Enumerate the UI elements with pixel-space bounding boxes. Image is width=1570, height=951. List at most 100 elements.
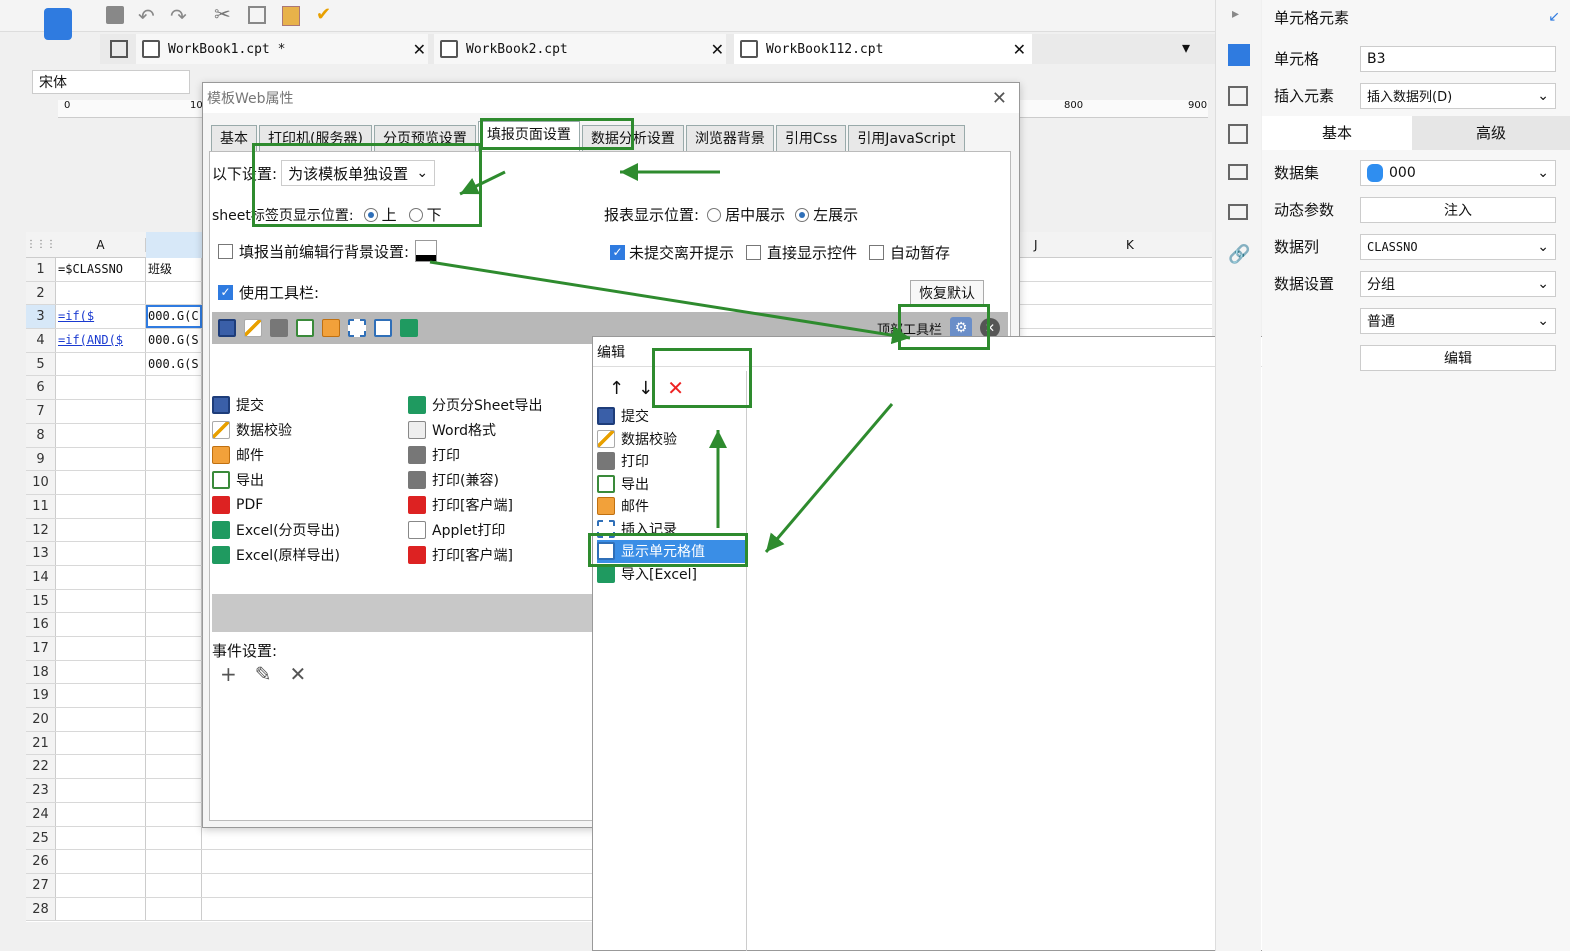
- cell-b[interactable]: 000.G(C: [146, 305, 202, 329]
- cell-a[interactable]: =if(AND($: [56, 329, 146, 352]
- select-all-icon[interactable]: ⋮⋮⋮: [26, 239, 56, 250]
- cell-b[interactable]: [146, 779, 202, 802]
- autosave-checkbox[interactable]: [869, 245, 885, 260]
- file-tab-workbook2[interactable]: WorkBook2.cpt ✕: [434, 34, 726, 64]
- tab-basic[interactable]: 基本: [211, 125, 257, 151]
- crop-icon[interactable]: [1228, 124, 1248, 144]
- list-item-print-compat[interactable]: 打印(兼容): [408, 467, 598, 492]
- row-number[interactable]: 4: [26, 329, 56, 352]
- cell-input[interactable]: B3: [1360, 45, 1556, 72]
- cell-a[interactable]: [56, 494, 146, 518]
- row-number[interactable]: 24: [26, 802, 56, 826]
- mode-select[interactable]: 普通 ⌄: [1360, 307, 1556, 334]
- save-icon[interactable]: [106, 6, 124, 24]
- cell-a[interactable]: [56, 897, 146, 921]
- cell-a[interactable]: [56, 708, 146, 731]
- tab-advanced-panel[interactable]: 高级: [1412, 116, 1570, 150]
- row-number[interactable]: 25: [26, 826, 56, 850]
- cell-a[interactable]: [56, 400, 146, 423]
- tab-basic-panel[interactable]: 基本: [1262, 116, 1412, 150]
- cell-b[interactable]: [146, 589, 202, 613]
- tab-browser-bg[interactable]: 浏览器背景: [685, 125, 774, 151]
- edit-item-mail[interactable]: 邮件: [597, 495, 746, 518]
- row-number[interactable]: 10: [26, 471, 56, 494]
- move-down-icon[interactable]: ↓: [638, 378, 653, 399]
- tab-javascript[interactable]: 引用JavaScript: [848, 125, 965, 151]
- font-select[interactable]: 宋体: [32, 70, 190, 94]
- edit-item-export[interactable]: 导出: [597, 473, 746, 496]
- paste-icon[interactable]: [282, 6, 300, 26]
- cell-a[interactable]: [56, 826, 146, 850]
- close-icon[interactable]: ✕: [711, 40, 724, 59]
- row-number[interactable]: 8: [26, 423, 56, 447]
- delete-icon[interactable]: ✕: [290, 662, 307, 686]
- cell-b[interactable]: [146, 637, 202, 660]
- row-number[interactable]: 27: [26, 873, 56, 897]
- cell-b[interactable]: [146, 423, 202, 447]
- cell-a[interactable]: [56, 873, 146, 897]
- cell-b[interactable]: [146, 731, 202, 755]
- cell-b[interactable]: [146, 542, 202, 565]
- row-number[interactable]: 11: [26, 494, 56, 518]
- row-number[interactable]: 17: [26, 637, 56, 660]
- cell-a[interactable]: [56, 352, 146, 376]
- cell-b[interactable]: [146, 826, 202, 850]
- cell-b[interactable]: [146, 494, 202, 518]
- cell-a[interactable]: [56, 423, 146, 447]
- data-setting-select[interactable]: 分组 ⌄: [1360, 270, 1556, 297]
- list-item-print[interactable]: 打印: [408, 442, 598, 467]
- cell-b[interactable]: [146, 684, 202, 708]
- close-icon[interactable]: ✕: [1013, 40, 1026, 59]
- undo-icon[interactable]: ↶: [138, 4, 155, 28]
- redo-icon[interactable]: ↷: [170, 4, 187, 28]
- row-number[interactable]: 19: [26, 684, 56, 708]
- row-number[interactable]: 2: [26, 281, 56, 305]
- unsubmitted-checkbox[interactable]: ✓: [610, 245, 625, 260]
- cell-b[interactable]: [146, 850, 202, 873]
- list-item-print-client-2[interactable]: 打印[客户端]: [408, 542, 598, 567]
- row-number[interactable]: 3: [26, 305, 56, 329]
- row-number[interactable]: 7: [26, 400, 56, 423]
- edit-item-print[interactable]: 打印: [597, 450, 746, 473]
- row-number[interactable]: 16: [26, 613, 56, 636]
- add-icon[interactable]: +: [220, 662, 237, 686]
- cell-b[interactable]: [146, 755, 202, 779]
- tab-menu-icon[interactable]: ▾: [1182, 38, 1190, 57]
- column-header-a[interactable]: A: [56, 237, 146, 252]
- cell-a[interactable]: [56, 281, 146, 305]
- datacol-select[interactable]: CLASSNO ⌄: [1360, 233, 1556, 260]
- cell-b[interactable]: [146, 400, 202, 423]
- row-number[interactable]: 28: [26, 897, 56, 921]
- row-number[interactable]: 15: [26, 589, 56, 613]
- cell-attr-icon[interactable]: [1228, 86, 1248, 106]
- paint-bucket-icon[interactable]: [415, 240, 438, 262]
- cell-a[interactable]: [56, 779, 146, 802]
- row-number[interactable]: 23: [26, 779, 56, 802]
- expand-icon[interactable]: ▸: [1232, 6, 1239, 22]
- cell-a[interactable]: [56, 542, 146, 565]
- app-logo-icon[interactable]: [44, 8, 72, 40]
- collapse-icon[interactable]: ↙: [1548, 9, 1560, 25]
- cell-b[interactable]: [146, 802, 202, 826]
- row-number[interactable]: 14: [26, 565, 56, 589]
- cell-a[interactable]: [56, 755, 146, 779]
- cell-b[interactable]: 000.G(S: [146, 352, 202, 376]
- cell-a[interactable]: [56, 376, 146, 400]
- cell-a[interactable]: [56, 447, 146, 471]
- cell-b[interactable]: 000.G(S: [146, 329, 202, 352]
- cell-a[interactable]: [56, 684, 146, 708]
- cell-b[interactable]: 班级: [146, 258, 202, 281]
- cell-b[interactable]: [146, 376, 202, 400]
- cell-b[interactable]: [146, 660, 202, 684]
- row-number[interactable]: 18: [26, 660, 56, 684]
- cell-b[interactable]: [146, 873, 202, 897]
- cell-a[interactable]: [56, 565, 146, 589]
- widget-icon[interactable]: [1228, 164, 1248, 180]
- cell-a[interactable]: [56, 589, 146, 613]
- cell-a[interactable]: =$CLASSNO: [56, 258, 146, 281]
- cell-a[interactable]: [56, 471, 146, 494]
- row-number[interactable]: 21: [26, 731, 56, 755]
- inject-button[interactable]: 注入: [1360, 196, 1556, 223]
- row-number[interactable]: 12: [26, 518, 56, 542]
- cell-a[interactable]: [56, 802, 146, 826]
